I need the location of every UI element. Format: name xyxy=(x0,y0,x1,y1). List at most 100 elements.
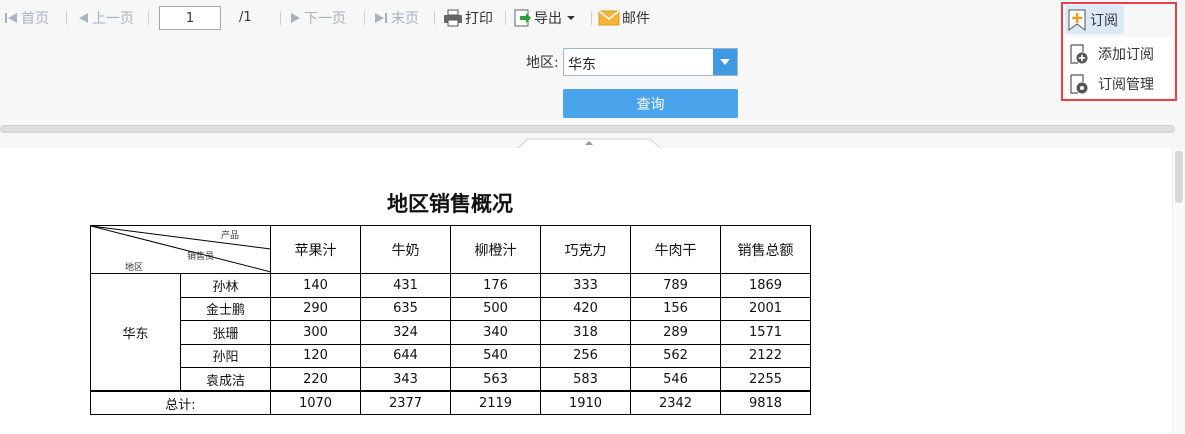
region-cell: 华东 xyxy=(90,273,181,392)
corner-label-region: 地区 xyxy=(125,263,144,273)
panel-splitter[interactable] xyxy=(0,125,1175,133)
value-cell: 500 xyxy=(450,296,541,321)
salesperson-cell: 张珊 xyxy=(180,320,271,345)
salesperson-cell: 金士鹏 xyxy=(180,296,271,321)
column-header: 巧克力 xyxy=(540,225,631,274)
region-select-value: 华东 xyxy=(568,57,596,73)
corner-label-product: 产品 xyxy=(221,231,240,241)
value-cell: 289 xyxy=(630,320,721,345)
column-header: 牛肉干 xyxy=(630,225,721,274)
menu-item-label: 添加订阅 xyxy=(1098,47,1154,63)
region-label: 地区: xyxy=(526,55,559,71)
first-page-button[interactable]: 首页 xyxy=(4,0,49,36)
next-page-button[interactable]: 下一页 xyxy=(289,0,346,36)
salesperson-cell: 孙林 xyxy=(180,273,271,298)
menu-item-manage-subscription[interactable]: 订阅管理 xyxy=(1065,69,1173,99)
grand-total-cell: 1910 xyxy=(540,390,631,415)
report-area: 地区销售概况 产品 销售员 地区 苹果汁 牛奶 柳橙汁 巧克力 牛肉干 销售总额 xyxy=(0,148,1172,434)
value-cell: 140 xyxy=(270,273,361,298)
sales-table: 产品 销售员 地区 苹果汁 牛奶 柳橙汁 巧克力 牛肉干 销售总额 华东 孙林 … xyxy=(90,225,811,415)
grand-total-cell: 2342 xyxy=(630,390,721,415)
value-cell: 318 xyxy=(540,320,631,345)
export-icon xyxy=(514,9,531,27)
export-button[interactable]: 导出 xyxy=(514,0,576,36)
grand-total-cell: 9818 xyxy=(720,390,811,415)
column-header: 销售总额 xyxy=(720,225,811,274)
add-subscription-icon xyxy=(1070,44,1088,64)
report-toolbar: 首页 上一页 /1 下一页 末页 打印 导出 xyxy=(0,0,1185,36)
scrollbar-thumb[interactable] xyxy=(1175,151,1183,203)
value-cell: 644 xyxy=(360,343,451,368)
subscribe-menu: 添加订阅 订阅管理 xyxy=(1065,37,1173,99)
grand-total-cell: 1070 xyxy=(270,390,361,415)
toolbar-divider xyxy=(434,11,435,25)
query-button[interactable]: 查询 xyxy=(563,89,738,118)
prev-page-icon xyxy=(79,13,88,23)
corner-label-salesperson: 销售员 xyxy=(187,252,215,262)
collapse-panel-tab[interactable] xyxy=(518,138,660,148)
grand-total-cell: 2377 xyxy=(360,390,451,415)
column-header: 牛奶 xyxy=(360,225,451,274)
chevron-down-icon xyxy=(720,59,730,65)
corner-header-cell: 产品 销售员 地区 xyxy=(90,225,271,274)
mail-icon xyxy=(598,10,620,26)
grand-total-row: 总计: 1070 2377 2119 1910 2342 9818 xyxy=(90,390,811,415)
toolbar-divider xyxy=(66,11,67,25)
column-header: 苹果汁 xyxy=(270,225,361,274)
total-value-cell: 1571 xyxy=(720,320,811,345)
prev-page-label: 上一页 xyxy=(92,11,134,27)
value-cell: 563 xyxy=(450,367,541,392)
mail-label: 邮件 xyxy=(622,11,650,27)
value-cell: 120 xyxy=(270,343,361,368)
next-page-label: 下一页 xyxy=(304,11,346,27)
value-cell: 789 xyxy=(630,273,721,298)
vertical-scrollbar[interactable] xyxy=(1172,148,1185,434)
grand-total-label: 总计: xyxy=(90,390,271,415)
caret-down-icon xyxy=(567,16,575,20)
menu-item-add-subscription[interactable]: 添加订阅 xyxy=(1065,39,1173,69)
value-cell: 333 xyxy=(540,273,631,298)
region-dropdown-button[interactable] xyxy=(713,49,737,75)
print-button[interactable]: 打印 xyxy=(443,0,493,36)
page-number-input[interactable] xyxy=(159,6,221,30)
subscribe-button[interactable]: 订阅 xyxy=(1065,5,1124,34)
subscribe-highlight-box: 订阅 添加订阅 订阅管理 xyxy=(1061,2,1177,101)
toolbar-divider xyxy=(148,11,149,25)
value-cell: 300 xyxy=(270,320,361,345)
total-value-cell: 2122 xyxy=(720,343,811,368)
value-cell: 635 xyxy=(360,296,451,321)
value-cell: 431 xyxy=(360,273,451,298)
value-cell: 540 xyxy=(450,343,541,368)
value-cell: 420 xyxy=(540,296,631,321)
toolbar-divider xyxy=(364,11,365,25)
mail-button[interactable]: 邮件 xyxy=(598,0,650,36)
value-cell: 562 xyxy=(630,343,721,368)
manage-subscription-icon xyxy=(1070,74,1088,94)
table-header-row: 产品 销售员 地区 苹果汁 牛奶 柳橙汁 巧克力 牛肉干 销售总额 xyxy=(90,225,811,274)
prev-page-button[interactable]: 上一页 xyxy=(77,0,134,36)
salesperson-cell: 孙阳 xyxy=(180,343,271,368)
first-page-icon xyxy=(5,13,17,23)
value-cell: 583 xyxy=(540,367,631,392)
toolbar-divider xyxy=(280,11,281,25)
table-row: 袁成洁 220 343 563 583 546 2255 xyxy=(91,367,811,392)
value-cell: 156 xyxy=(630,296,721,321)
table-row: 金士鹏 290 635 500 420 156 2001 xyxy=(91,296,811,321)
table-row: 孙阳 120 644 540 256 562 2122 xyxy=(91,343,811,368)
value-cell: 546 xyxy=(630,367,721,392)
subscribe-label: 订阅 xyxy=(1090,12,1118,29)
parameter-panel: 地区: 华东 查询 xyxy=(0,36,1185,148)
value-cell: 340 xyxy=(450,320,541,345)
toolbar-divider xyxy=(591,11,592,25)
value-cell: 176 xyxy=(450,273,541,298)
toolbar-divider xyxy=(505,11,506,25)
last-page-button[interactable]: 末页 xyxy=(374,0,419,36)
subscribe-bookmark-icon xyxy=(1068,9,1086,31)
value-cell: 290 xyxy=(270,296,361,321)
region-select[interactable]: 华东 xyxy=(563,48,738,76)
menu-item-label: 订阅管理 xyxy=(1098,77,1154,93)
grand-total-cell: 2119 xyxy=(450,390,541,415)
last-page-label: 末页 xyxy=(391,11,419,27)
total-value-cell: 1869 xyxy=(720,273,811,298)
page-total: /1 xyxy=(239,10,252,25)
